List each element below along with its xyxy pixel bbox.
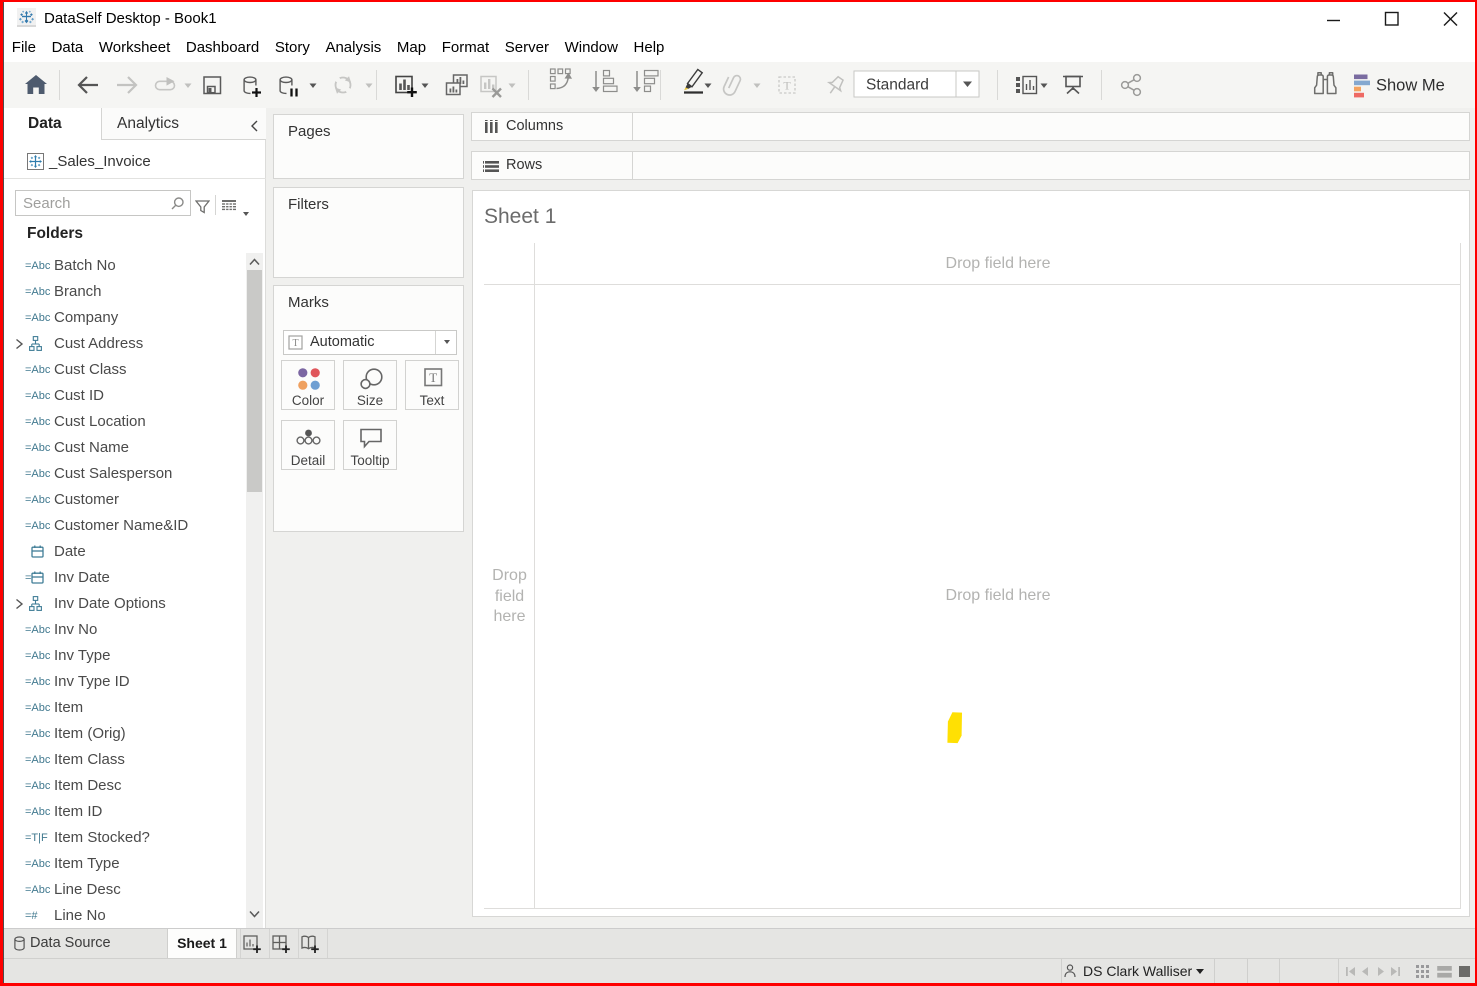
svg-text:Show Me: Show Me	[1376, 77, 1445, 95]
svg-text:T: T	[429, 370, 437, 385]
svg-text:Standard: Standard	[866, 77, 929, 94]
svg-text:T: T	[292, 338, 298, 349]
svg-text:T: T	[783, 79, 791, 93]
